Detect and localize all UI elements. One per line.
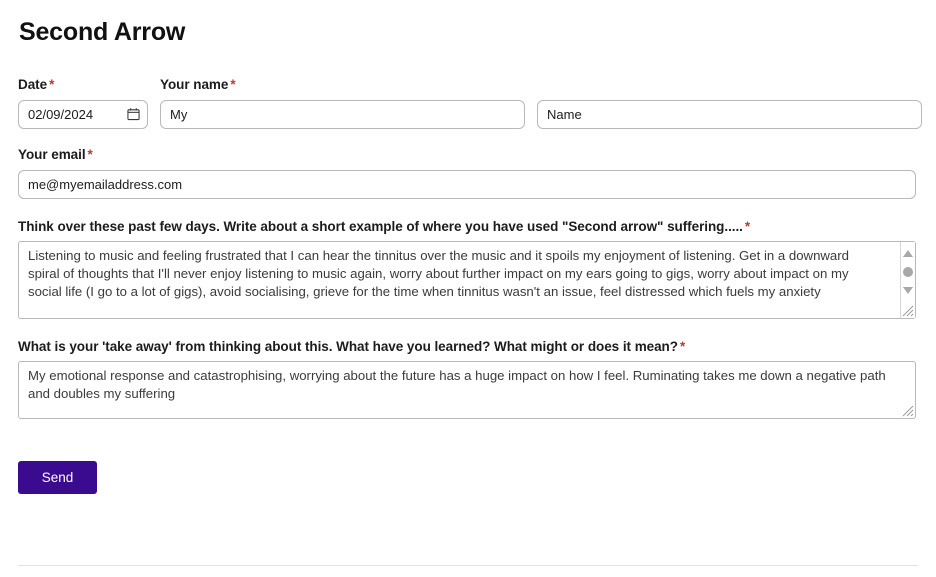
email-row: Your email * me@myemailaddress.com (18, 147, 918, 199)
page-title: Second Arrow (19, 18, 186, 46)
email-field-group: Your email * me@myemailaddress.com (18, 147, 916, 199)
date-label-text: Date (18, 77, 48, 92)
date-field-group: Date * 02/09/2024 (18, 77, 148, 129)
last-name-input[interactable]: Name (537, 99, 922, 129)
date-input-wrapper: 02/09/2024 (18, 99, 148, 129)
question-two-textarea[interactable]: My emotional response and catastrophisin… (19, 362, 909, 414)
send-button[interactable]: Send (18, 460, 97, 494)
question-one-group: Think over these past few days. Write ab… (18, 219, 918, 319)
question-one-label: Think over these past few days. Write ab… (18, 219, 918, 236)
question-one-required-marker: * (744, 218, 751, 234)
first-name-label: Your name * (160, 77, 525, 94)
date-input[interactable]: 02/09/2024 (18, 99, 148, 129)
question-two-label-text: What is your 'take away' from thinking a… (18, 338, 678, 354)
form-page: Second Arrow Date * 02/09/2024 Your name *… (0, 17, 936, 566)
email-label-text: Your email (18, 146, 86, 162)
first-name-required-marker: * (230, 77, 236, 92)
date-required-marker: * (49, 77, 55, 92)
first-name-field-group: Your name * My (160, 77, 525, 129)
last-name-field-group: Name (537, 99, 922, 129)
scroll-down-arrow-icon[interactable] (903, 286, 913, 294)
question-two-group: What is your 'take away' from thinking a… (18, 339, 918, 419)
submit-row: Send (18, 460, 918, 494)
email-required-marker: * (87, 146, 93, 162)
first-name-input[interactable]: My (160, 99, 525, 129)
first-name-label-text: Your name (160, 77, 229, 92)
scrollbar-thumb[interactable] (903, 266, 913, 277)
date-name-row: Date * 02/09/2024 Your name * My Name (18, 77, 922, 129)
bottom-divider (18, 565, 918, 566)
question-one-scrollbar[interactable] (900, 241, 915, 318)
date-label: Date * (18, 77, 148, 94)
email-label: Your email * (18, 147, 916, 164)
question-one-textarea[interactable]: Listening to music and feeling frustrate… (19, 242, 891, 318)
question-one-label-text: Think over these past few days. Write ab… (18, 218, 743, 234)
question-two-textarea-wrapper: My emotional response and catastrophisin… (18, 360, 916, 419)
question-two-label: What is your 'take away' from thinking a… (18, 339, 918, 356)
question-one-textarea-wrapper: Listening to music and feeling frustrate… (18, 240, 916, 319)
scroll-up-arrow-icon[interactable] (903, 249, 913, 257)
question-two-required-marker: * (679, 338, 686, 354)
email-input[interactable]: me@myemailaddress.com (18, 169, 916, 199)
